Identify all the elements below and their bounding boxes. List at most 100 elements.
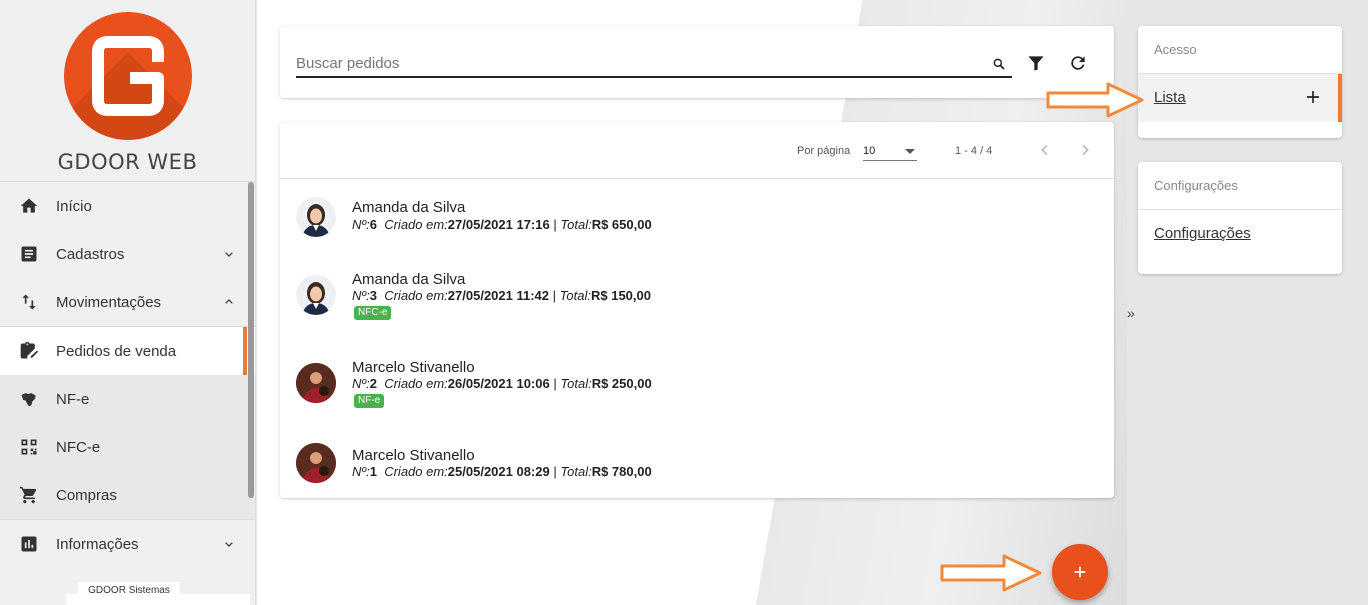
- customer-name: Amanda da Silva: [352, 199, 466, 216]
- created-label: Criado em:: [384, 217, 448, 232]
- order-meta: Nº:6 Criado em:27/05/2021 17:16 | Total:…: [352, 217, 652, 232]
- customer-name: Marcelo Stivanello: [352, 447, 475, 464]
- separator: |: [553, 217, 557, 232]
- chevron-down-icon: [225, 542, 233, 547]
- gdoor-logo[interactable]: [63, 12, 192, 140]
- order-total: R$ 780,00: [591, 464, 652, 479]
- order-row[interactable]: Marcelo Stivanello Nº:2 Criado em:26/05/…: [280, 355, 1114, 443]
- status-badge: NFC-e: [354, 306, 392, 320]
- config-item[interactable]: Configurações: [1138, 210, 1342, 258]
- orders-card: Por página 10 1 - 4 / 4 Amanda da Silva …: [280, 122, 1114, 498]
- sidebar-item-movimentacoes[interactable]: Movimentações: [0, 278, 255, 326]
- sidebar-item-label: Movimentações: [56, 293, 162, 311]
- config-item-label: Configurações: [1154, 225, 1251, 242]
- order-number-label: Nº:: [352, 217, 370, 232]
- search-input[interactable]: [296, 50, 1012, 78]
- order-number: 2: [369, 376, 377, 391]
- total-label: Total:: [560, 376, 592, 391]
- sidebar-item-label: NFC-e: [56, 438, 101, 456]
- clipboard-edit-icon: [18, 340, 40, 362]
- filter-icon[interactable]: [1026, 53, 1046, 73]
- sidebar-item-label: Início: [56, 197, 92, 215]
- created-date: 26/05/2021 10:06: [447, 376, 550, 391]
- sidebar-scrollbar[interactable]: [248, 182, 254, 498]
- order-number-label: Nº:: [352, 288, 370, 303]
- chevron-up-icon: [225, 299, 233, 304]
- search-icon[interactable]: [992, 57, 1006, 71]
- config-card: Configurações Configurações: [1138, 162, 1342, 274]
- order-row[interactable]: Amanda da Silva Nº:3 Criado em:27/05/202…: [280, 267, 1114, 355]
- page-range: 1 - 4 / 4: [955, 145, 993, 157]
- sidebar: GDOOR WEB Início Cadastros Movimentações…: [0, 0, 256, 605]
- sidebar-item-label: NF-e: [56, 390, 90, 408]
- access-card: Acesso Lista: [1138, 26, 1342, 138]
- bar-chart-icon: [18, 533, 40, 555]
- document-icon: [18, 243, 40, 265]
- created-date: 25/05/2021 08:29: [447, 464, 550, 479]
- customer-name: Marcelo Stivanello: [352, 359, 475, 376]
- order-meta: Nº:3 Criado em:27/05/2021 11:42 | Total:…: [352, 288, 651, 303]
- sidebar-item-nfce[interactable]: NFC-e: [0, 423, 255, 471]
- chevron-left-icon[interactable]: [1037, 142, 1053, 158]
- per-page-value: 10: [863, 145, 876, 157]
- refresh-icon[interactable]: [1068, 53, 1088, 73]
- order-row[interactable]: Amanda da Silva Nº:6 Criado em:27/05/202…: [280, 179, 1114, 267]
- footer-label: GDOOR Sistemas: [78, 582, 180, 598]
- sidebar-nav: Início Cadastros Movimentações Pedidos d…: [0, 182, 255, 568]
- order-number-label: Nº:: [352, 376, 370, 391]
- total-label: Total:: [559, 288, 591, 303]
- created-label: Criado em:: [384, 288, 448, 303]
- order-meta: Nº:2 Criado em:26/05/2021 10:06 | Total:…: [352, 376, 652, 391]
- add-order-button[interactable]: [1052, 544, 1108, 600]
- sidebar-item-compras[interactable]: Compras: [0, 471, 255, 519]
- sidebar-item-label: Cadastros: [56, 245, 125, 263]
- dropdown-arrow-icon: [905, 149, 915, 154]
- access-list-item[interactable]: Lista: [1138, 74, 1342, 122]
- separator: |: [553, 464, 557, 479]
- sidebar-item-informacoes[interactable]: Informações: [0, 520, 255, 568]
- movimentacoes-submenu: Pedidos de venda NF-e NFC-e Compras: [0, 326, 255, 520]
- access-list-label: Lista: [1154, 89, 1186, 106]
- pagination-bar: Por página 10 1 - 4 / 4: [280, 122, 1114, 179]
- avatar: [296, 443, 336, 483]
- sidebar-item-label: Compras: [56, 486, 117, 504]
- avatar: [296, 275, 336, 315]
- sidebar-item-label: Pedidos de venda: [56, 342, 177, 360]
- plus-icon[interactable]: [1304, 88, 1322, 106]
- order-total: R$ 650,00: [591, 217, 652, 232]
- brand-name: GDOOR WEB: [57, 150, 198, 174]
- right-panel-toggle[interactable]: »: [1127, 305, 1135, 321]
- per-page-label: Por página: [797, 145, 851, 157]
- sidebar-item-pedidos-de-venda[interactable]: Pedidos de venda: [0, 327, 255, 375]
- order-number: 3: [369, 288, 377, 303]
- plus-icon: [1074, 566, 1086, 578]
- chevron-right-icon[interactable]: [1077, 142, 1093, 158]
- home-icon: [18, 195, 40, 217]
- order-number-label: Nº:: [352, 464, 370, 479]
- sidebar-item-inicio[interactable]: Início: [0, 182, 255, 230]
- per-page-select[interactable]: 10: [863, 141, 917, 161]
- separator: |: [553, 376, 557, 391]
- sidebar-item-nfe[interactable]: NF-e: [0, 375, 255, 423]
- order-meta: Nº:1 Criado em:25/05/2021 08:29 | Total:…: [352, 464, 652, 479]
- cart-icon: [18, 484, 40, 506]
- created-date: 27/05/2021 17:16: [447, 217, 550, 232]
- order-number: 6: [369, 217, 377, 232]
- sidebar-item-cadastros[interactable]: Cadastros: [0, 230, 255, 278]
- order-row[interactable]: Marcelo Stivanello Nº:1 Criado em:25/05/…: [280, 443, 1114, 531]
- order-number: 1: [369, 464, 377, 479]
- annotation-arrow: [940, 554, 1042, 592]
- swap-vertical-icon: [18, 291, 40, 313]
- order-total: R$ 250,00: [591, 376, 652, 391]
- search-card: [280, 26, 1114, 98]
- config-header: Configurações: [1138, 162, 1342, 210]
- access-header: Acesso: [1138, 26, 1342, 74]
- logo-area: GDOOR WEB: [0, 0, 255, 182]
- order-total: R$ 150,00: [590, 288, 651, 303]
- separator: |: [552, 288, 557, 303]
- annotation-arrow: [1046, 82, 1144, 118]
- customer-name: Amanda da Silva: [352, 271, 466, 288]
- status-badge: NF-e: [354, 394, 385, 408]
- avatar: [296, 363, 336, 403]
- created-label: Criado em:: [384, 464, 448, 479]
